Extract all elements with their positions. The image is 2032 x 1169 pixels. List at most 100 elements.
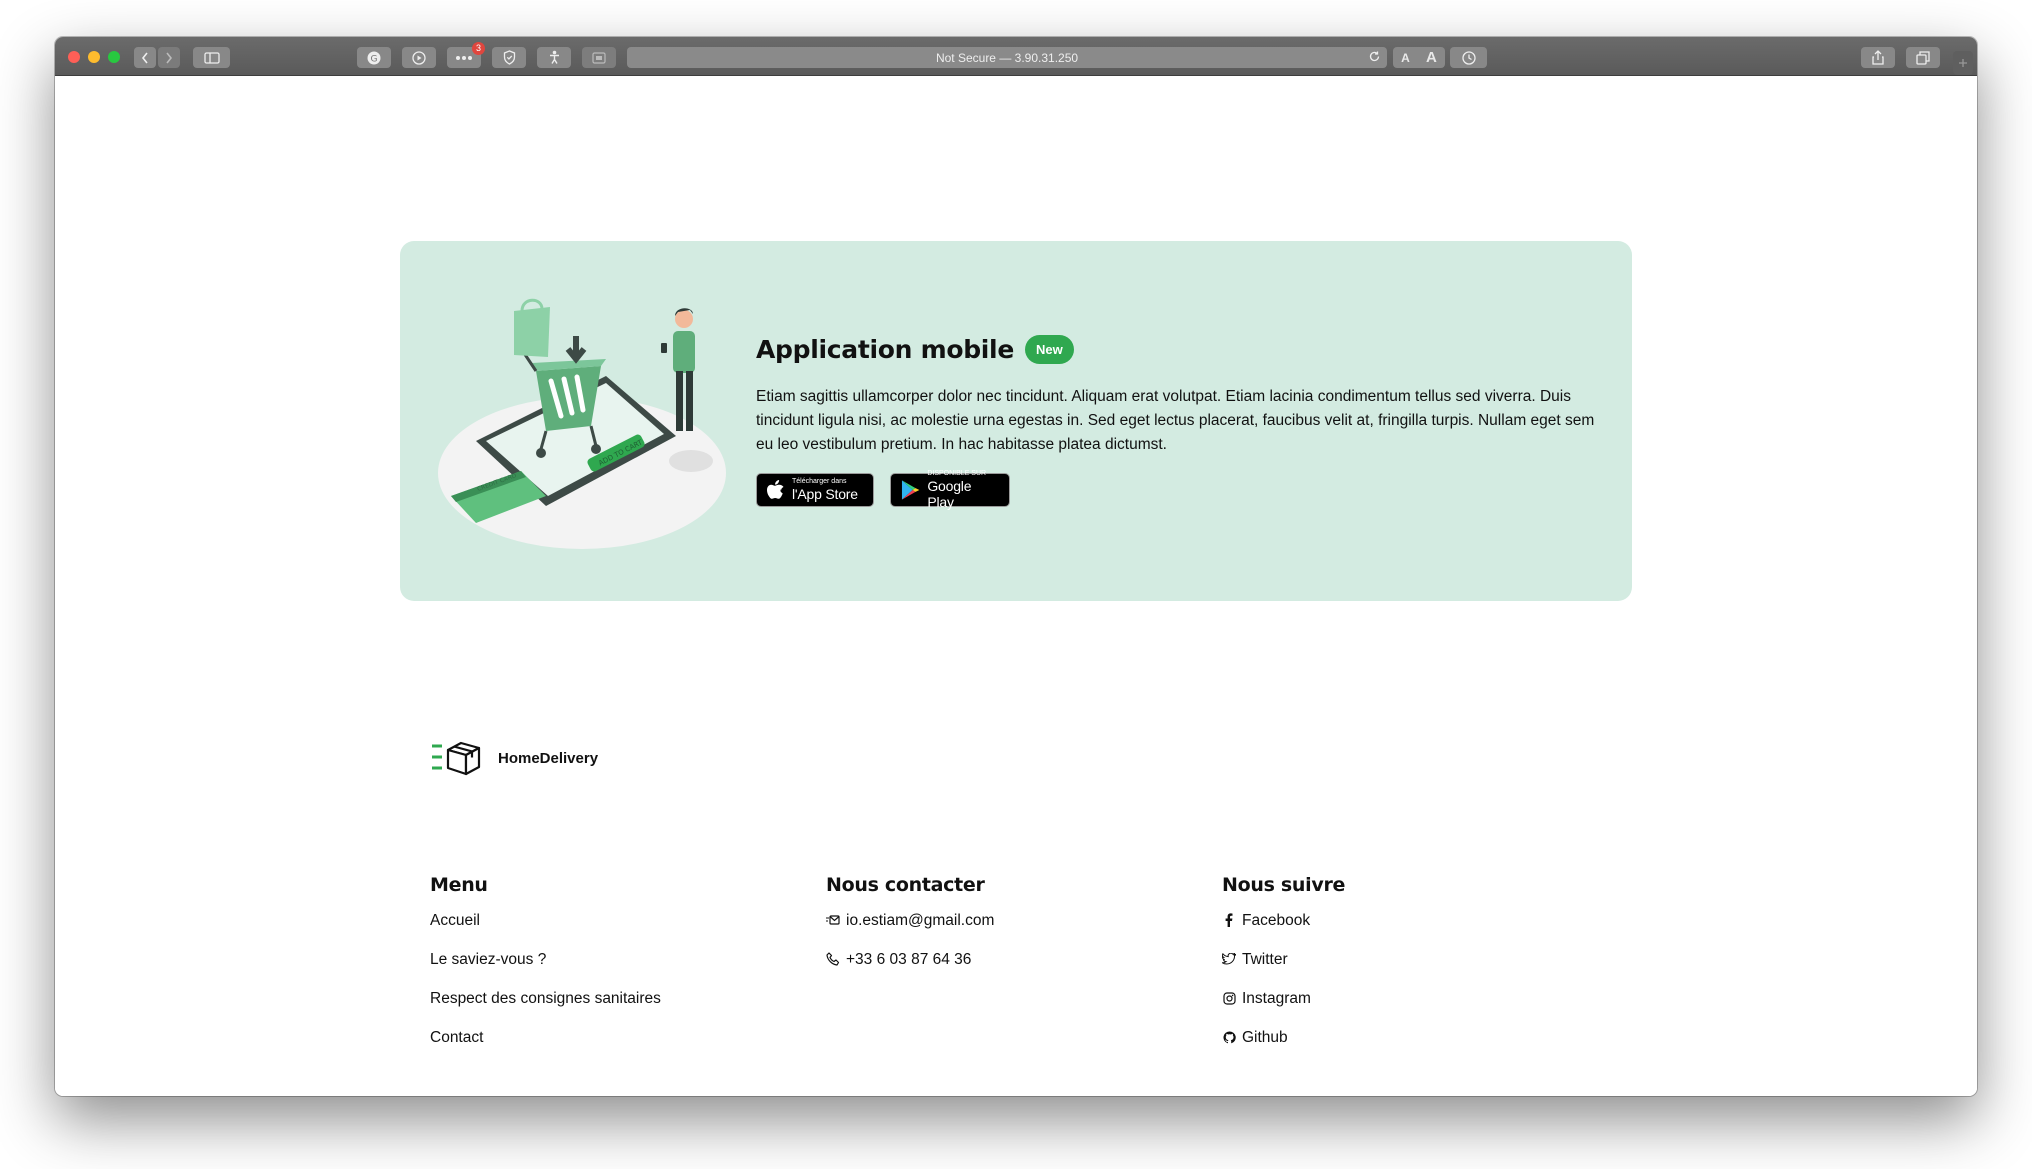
footer-menu-title: Menu: [430, 874, 488, 896]
footer-link-label: Accueil: [430, 912, 480, 929]
google-play-icon: [901, 480, 920, 500]
browser-toolbar: G 3 Not Secure — 3.90.31.250 A A: [55, 37, 1977, 76]
footer-email: io.estiam@gmail.com: [846, 912, 995, 929]
chevron-left-icon: [141, 52, 148, 63]
google-play-big-text: Google Play: [927, 478, 972, 510]
share-button[interactable]: [1861, 47, 1895, 68]
new-badge: New: [1024, 335, 1074, 364]
svg-text:G: G: [371, 54, 378, 64]
history-button[interactable]: [1450, 47, 1487, 68]
footer-phone: +33 6 03 87 64 36: [846, 951, 972, 968]
footer-email-link[interactable]: io.estiam@gmail.com: [826, 912, 994, 951]
sidebar-icon: [203, 51, 220, 64]
cart-wheel: [591, 444, 601, 454]
instagram-icon: [1222, 990, 1236, 1006]
app-heading: Application mobile New: [756, 335, 1074, 364]
footer-social-title: Nous suivre: [1222, 874, 1346, 896]
increase-text-size-button[interactable]: A: [1426, 49, 1437, 66]
play-circle-icon: [412, 50, 426, 65]
footer-contact-title: Nous contacter: [826, 874, 985, 896]
github-icon: [1222, 1029, 1236, 1045]
download-arrow: [565, 336, 587, 364]
minimize-window-button[interactable]: [88, 51, 100, 63]
shopping-cart-illustration: ADD TO CART CREDIT CARD: [438, 298, 726, 549]
footer-link-label: Facebook: [1242, 912, 1311, 929]
app-description: Etiam sagittis ullamcorper dolor nec tin…: [756, 388, 1595, 453]
footer-social-column: Nous suivre Facebook Twitter Instagram G…: [1222, 874, 1345, 1068]
footer-link-label: Twitter: [1242, 951, 1288, 968]
person-head: [675, 310, 693, 328]
shopping-bag: [514, 307, 550, 357]
person-leg: [676, 371, 683, 431]
app-store-button[interactable]: Télécharger dans l'App Store: [756, 473, 874, 507]
google-play-button[interactable]: DISPONIBLE SUR Google Play: [890, 470, 1010, 510]
footer-link-contact[interactable]: Contact: [430, 1029, 661, 1068]
delivery-box-logo-icon: [432, 741, 481, 776]
app-store-big-text: l'App Store: [792, 486, 858, 502]
footer-menu-column: Menu Accueil Le saviez-vous ? Respect de…: [430, 874, 661, 1068]
footer-link-facebook[interactable]: Facebook: [1222, 912, 1345, 951]
web-page: ADD TO CART CREDIT CARD Application mobi…: [55, 76, 1977, 1096]
zoom-window-button[interactable]: [108, 51, 120, 63]
footer-link-label: Respect des consignes sanitaires: [430, 990, 661, 1007]
reload-button[interactable]: [1368, 50, 1381, 66]
footer-brand[interactable]: HomeDelivery: [430, 740, 598, 776]
more-dots-icon: [456, 55, 472, 60]
google-play-small-text: DISPONIBLE SUR: [927, 470, 987, 477]
footer-link-label: Contact: [430, 1029, 484, 1046]
person-phone: [661, 343, 667, 353]
store-buttons: Télécharger dans l'App Store DISPONIBLE …: [756, 470, 1010, 510]
mobile-app-card: ADD TO CART CREDIT CARD Application mobi…: [400, 241, 1632, 601]
accessibility-icon: [549, 50, 559, 64]
person-leg: [686, 371, 693, 431]
browser-window: G 3 Not Secure — 3.90.31.250 A A ADD TO …: [55, 37, 1977, 1096]
window-icon: [592, 51, 606, 64]
apple-icon: [767, 479, 784, 499]
new-tab-button[interactable]: [1953, 51, 1973, 75]
plus-icon: [1959, 59, 1967, 67]
footer-link-twitter[interactable]: Twitter: [1222, 951, 1345, 990]
extension-play-button[interactable]: [402, 47, 436, 68]
extension-shield-button[interactable]: [492, 47, 526, 68]
decrease-text-size-button[interactable]: A: [1401, 51, 1410, 65]
grammarly-icon: G: [367, 51, 381, 64]
footer-link-label: Github: [1242, 1029, 1288, 1046]
twitter-icon: [1222, 951, 1236, 967]
person-shadow: [669, 450, 713, 472]
app-title: Application mobile: [756, 335, 1014, 364]
extension-tabs-button[interactable]: [582, 47, 616, 68]
footer-contact-column: Nous contacter io.estiam@gmail.com +33 6…: [826, 874, 994, 990]
share-icon: [1872, 50, 1884, 65]
footer-link-consignes-sanitaires[interactable]: Respect des consignes sanitaires: [430, 990, 661, 1029]
cart-wheel: [536, 448, 546, 458]
phone-icon: [826, 951, 840, 967]
footer-link-label: Instagram: [1242, 990, 1311, 1007]
footer-link-le-saviez-vous[interactable]: Le saviez-vous ?: [430, 951, 661, 990]
show-all-tabs-button[interactable]: [1906, 47, 1940, 68]
clock-icon: [1461, 50, 1476, 65]
forward-button[interactable]: [158, 47, 180, 68]
facebook-icon: [1222, 912, 1236, 928]
extension-accessibility-button[interactable]: [537, 47, 571, 68]
footer-link-github[interactable]: Github: [1222, 1029, 1345, 1068]
footer-phone-link[interactable]: +33 6 03 87 64 36: [826, 951, 994, 990]
app-store-small-text: Télécharger dans: [792, 478, 847, 485]
person-torso: [673, 331, 695, 373]
address-text: Not Secure — 3.90.31.250: [935, 50, 1079, 65]
chevron-right-icon: [166, 52, 173, 63]
footer-link-accueil[interactable]: Accueil: [430, 912, 661, 951]
footer-link-instagram[interactable]: Instagram: [1222, 990, 1345, 1029]
back-button[interactable]: [134, 47, 156, 68]
footer-link-label: Le saviez-vous ?: [430, 951, 547, 968]
brand-name: HomeDelivery: [498, 749, 599, 767]
close-window-button[interactable]: [68, 51, 80, 63]
extension-grammarly-button[interactable]: G: [357, 47, 391, 68]
reload-icon: [1369, 51, 1380, 62]
shield-icon: [503, 50, 515, 65]
email-icon: [826, 912, 840, 928]
tabs-overview-icon: [1916, 50, 1930, 65]
address-bar[interactable]: Not Secure — 3.90.31.250: [627, 47, 1387, 68]
sidebar-toggle-button[interactable]: [193, 47, 230, 68]
text-size-control[interactable]: A A: [1393, 47, 1445, 68]
extension-more-button[interactable]: 3: [447, 42, 485, 68]
